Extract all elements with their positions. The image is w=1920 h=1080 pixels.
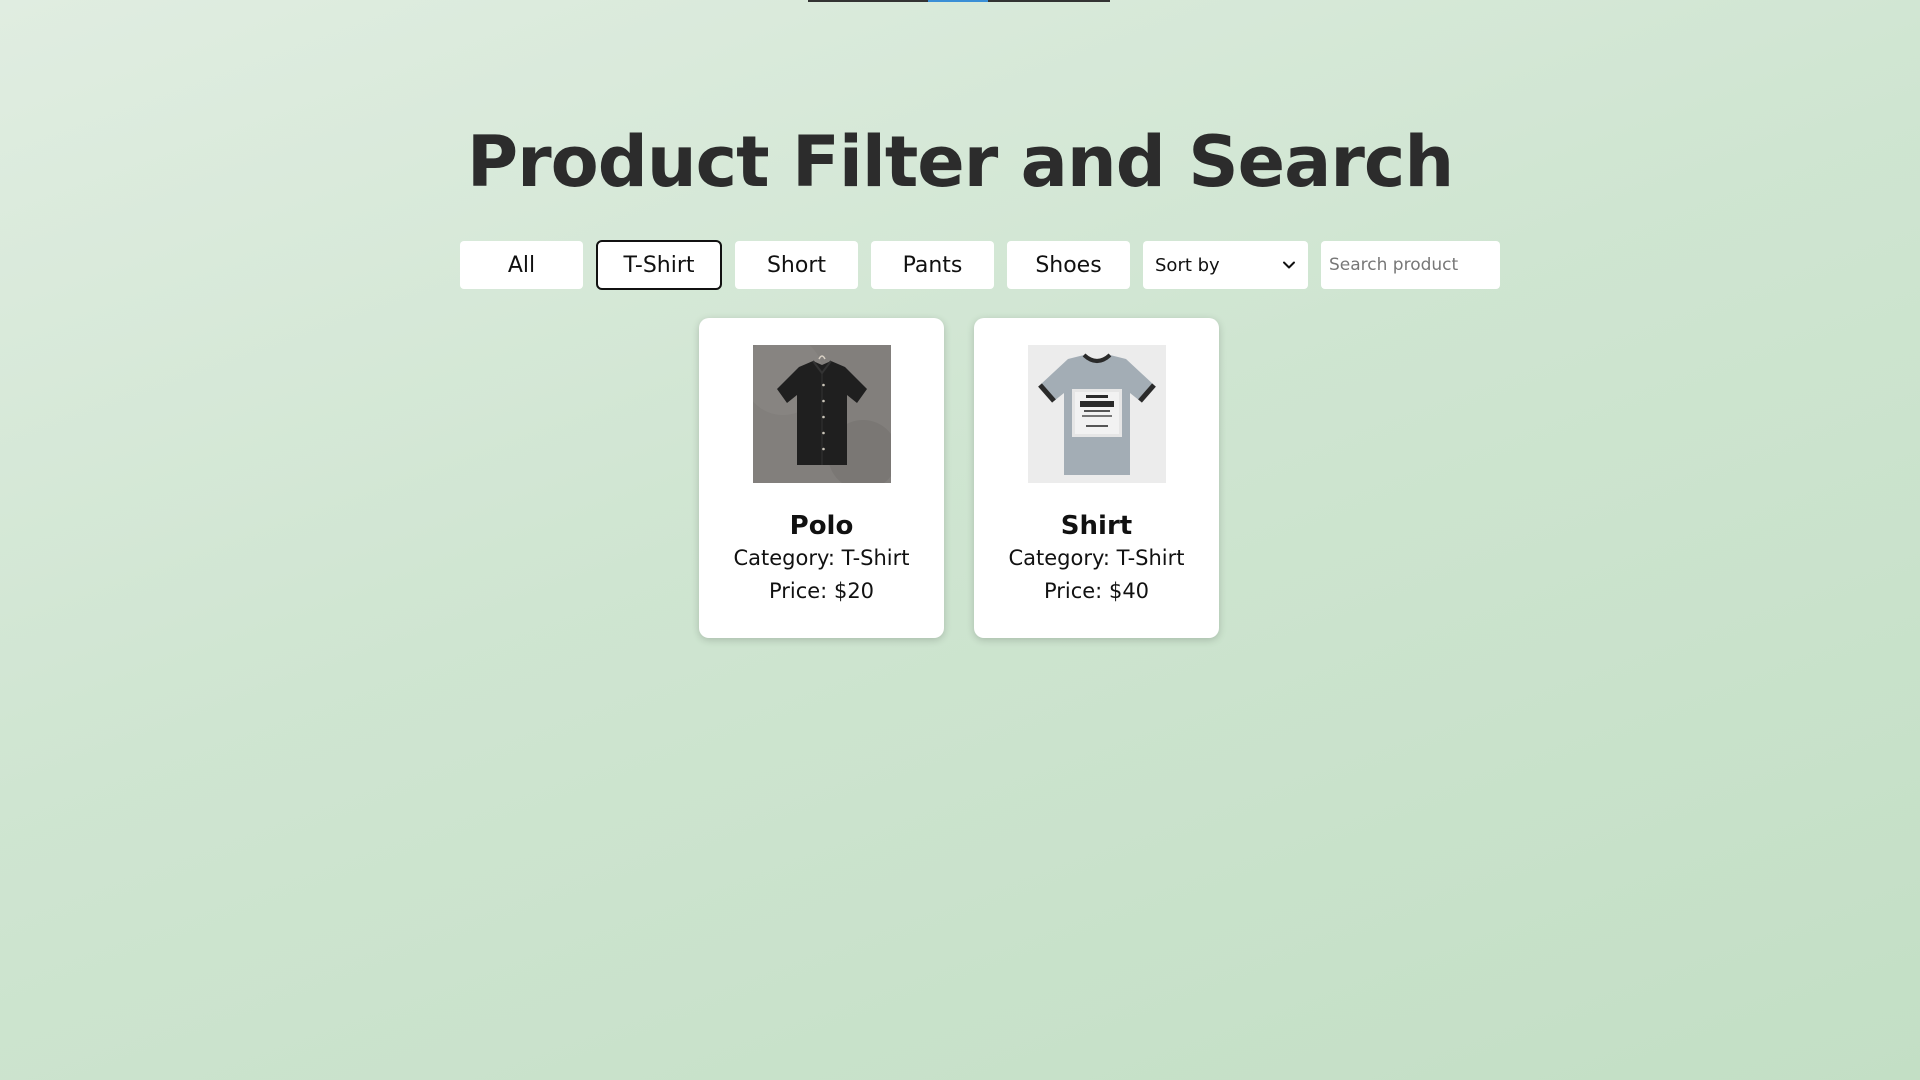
filter-button-short[interactable]: Short	[735, 241, 858, 289]
product-price: Price: $40	[1044, 575, 1149, 608]
product-grid: Polo Category: T-Shirt Price: $20 Shirt	[699, 318, 1219, 638]
product-category-label: Category:	[1008, 546, 1110, 570]
product-name: Polo	[789, 511, 854, 541]
filter-button-all[interactable]: All	[460, 241, 583, 289]
product-price-label: Price:	[768, 579, 828, 603]
product-card[interactable]: Polo Category: T-Shirt Price: $20	[699, 318, 944, 638]
product-category-label: Category:	[733, 546, 835, 570]
search-input[interactable]	[1321, 241, 1500, 289]
filter-bar: All T-Shirt Short Pants Shoes Sort by	[0, 240, 1920, 290]
top-progress-strip	[808, 0, 1110, 2]
product-price-value: $20	[833, 579, 875, 603]
product-category: Category: T-Shirt	[1009, 542, 1185, 575]
product-name: Shirt	[1060, 511, 1133, 541]
product-category-value: T-Shirt	[841, 546, 910, 570]
filter-button-tshirt[interactable]: T-Shirt	[596, 240, 722, 290]
grey-ringer-tshirt-image	[1027, 345, 1166, 483]
filter-button-shoes[interactable]: Shoes	[1007, 241, 1130, 289]
sort-select-label: Sort by	[1155, 254, 1220, 276]
page-title: Product Filter and Search	[466, 121, 1454, 203]
black-button-shirt-image	[752, 345, 891, 483]
product-price: Price: $20	[769, 575, 874, 608]
sort-select[interactable]: Sort by	[1143, 241, 1308, 289]
top-progress-accent	[928, 0, 988, 2]
product-card[interactable]: Shirt Category: T-Shirt Price: $40	[974, 318, 1219, 638]
product-category: Category: T-Shirt	[734, 542, 910, 575]
product-category-value: T-Shirt	[1116, 546, 1185, 570]
chevron-down-icon	[1283, 261, 1295, 269]
filter-button-pants[interactable]: Pants	[871, 241, 994, 289]
product-price-label: Price:	[1043, 579, 1103, 603]
product-price-value: $40	[1108, 579, 1150, 603]
